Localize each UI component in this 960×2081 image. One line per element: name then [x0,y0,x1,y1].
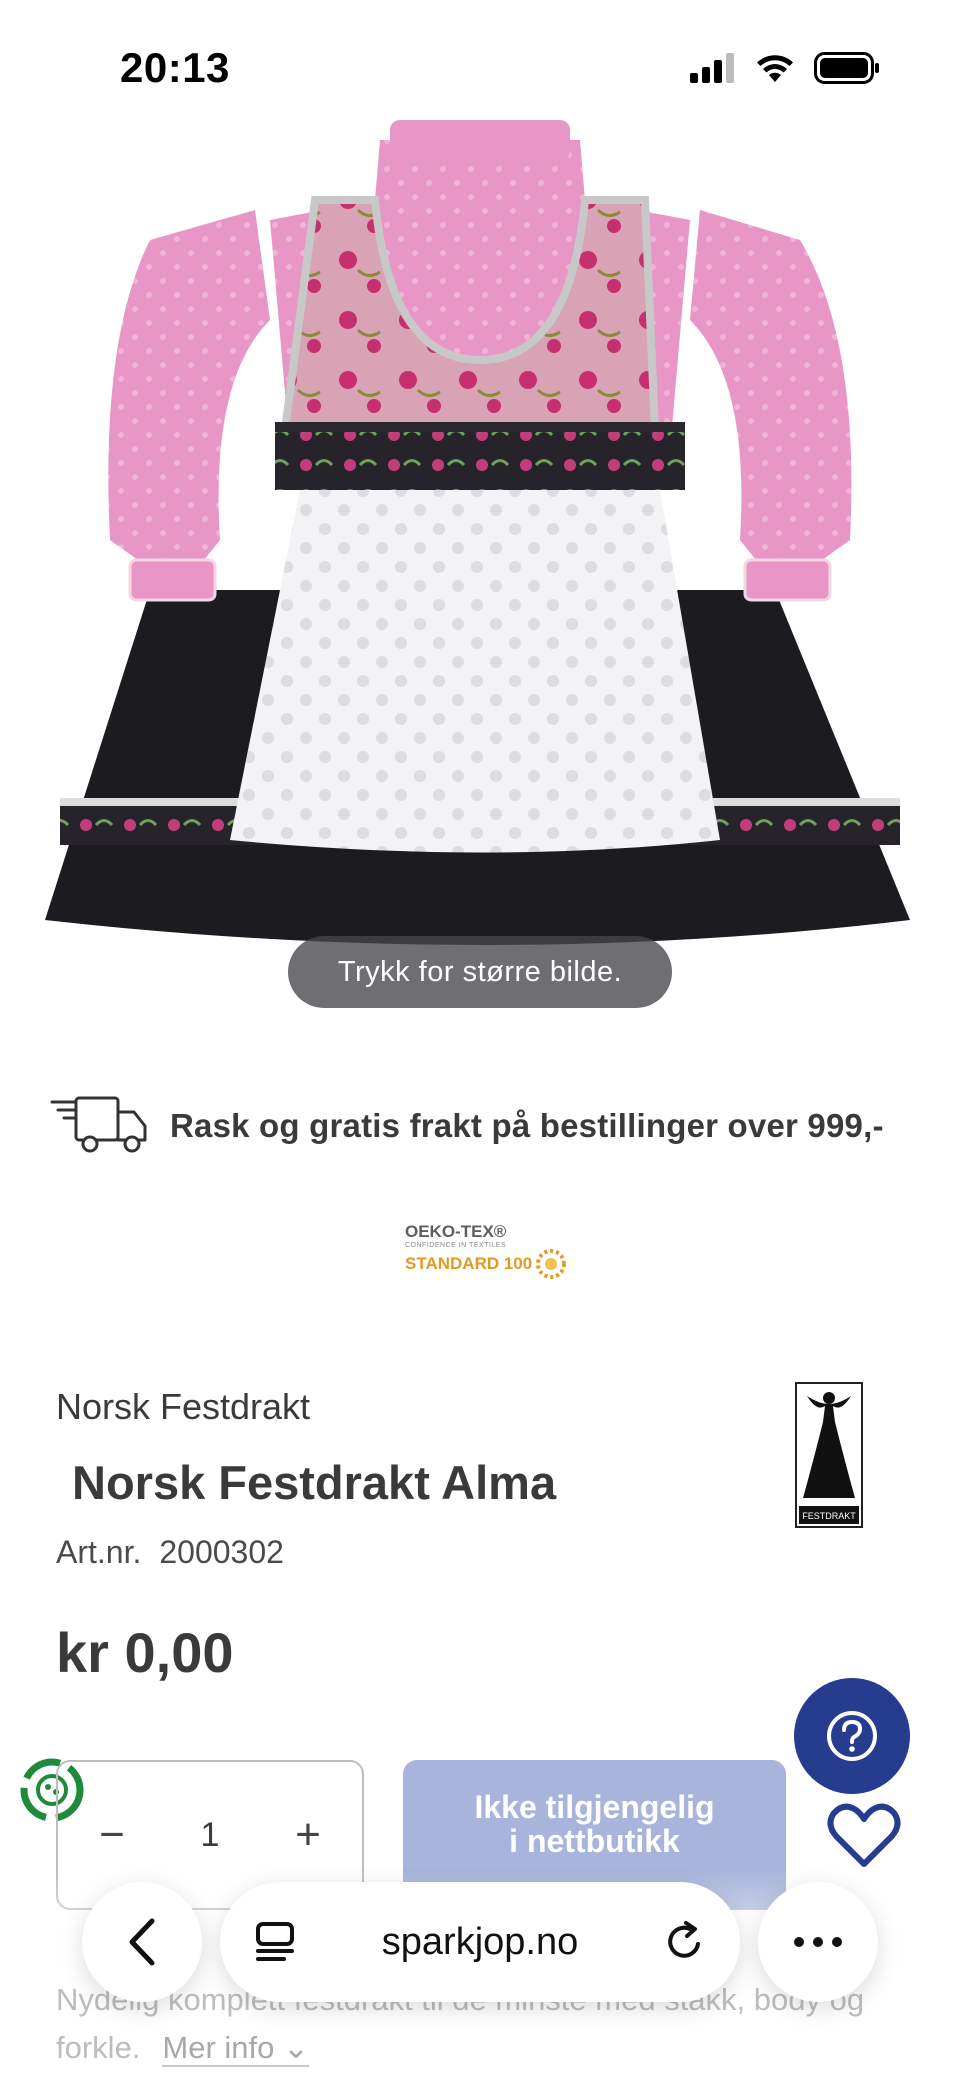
back-button[interactable] [82,1882,202,2002]
status-bar: 20:13 [0,0,960,130]
brand-logo[interactable]: FESTDRAKT [795,1382,863,1528]
sunflower-icon [536,1249,567,1279]
product-title: Norsk Festdrakt Alma [72,1456,557,1509]
oeko-tex-logo: OEKO-TEX® CONFIDENCE IN TEXTILES STANDAR… [405,1222,570,1282]
url-text[interactable]: sparkjop.no [382,1921,578,1964]
brand-logo-text: FESTDRAKT [802,1511,856,1521]
cellular-signal-icon [690,53,734,83]
decrease-quantity-button[interactable]: − [94,1810,130,1860]
product-price: kr 0,00 [56,1621,234,1684]
more-info-link[interactable]: Mer info ⌄ [162,2030,309,2067]
quantity-value[interactable]: 1 [201,1816,220,1855]
product-image[interactable]: Trykk for større bilde. [30,120,930,1008]
article-number-value: 2000302 [159,1534,284,1570]
help-button[interactable] [794,1678,910,1794]
shipping-text: Rask og gratis frakt på bestillinger ove… [170,1107,884,1144]
enlarge-image-hint[interactable]: Trykk for større bilde. [288,936,672,1008]
product-brand: Norsk Festdrakt [56,1386,311,1427]
article-number-label: Art.nr. [56,1534,142,1570]
unavailable-line-1: Ikke tilgjengelig [474,1789,715,1826]
delivery-truck-icon [50,1096,147,1153]
address-bar[interactable]: sparkjop.no [220,1882,740,2002]
tabs-overview-icon[interactable] [254,1920,298,1964]
chevron-left-icon [129,1918,155,1966]
product-dress-illustration [45,120,910,945]
oeko-tex-standard: STANDARD 100 [405,1254,533,1273]
more-options-button[interactable] [758,1882,878,2002]
battery-icon [814,52,879,84]
oeko-tex-name: OEKO-TEX® [405,1222,507,1241]
oeko-tex-tagline: CONFIDENCE IN TEXTILES [405,1242,507,1249]
favorite-heart-icon[interactable] [826,1800,902,1870]
unavailable-line-2: i nettbutikk [509,1823,680,1859]
shipping-info: Rask og gratis frakt på bestillinger ove… [50,1086,930,1166]
article-number: Art.nr. 2000302 [56,1534,284,1571]
question-mark-icon [827,1711,877,1761]
more-info-label: Mer info [162,2030,275,2065]
increase-quantity-button[interactable]: + [290,1810,326,1860]
ellipsis-icon [794,1937,842,1947]
wifi-icon [757,55,793,82]
status-icons [690,52,880,84]
status-time: 20:13 [120,44,230,91]
reload-icon[interactable] [662,1920,706,1964]
